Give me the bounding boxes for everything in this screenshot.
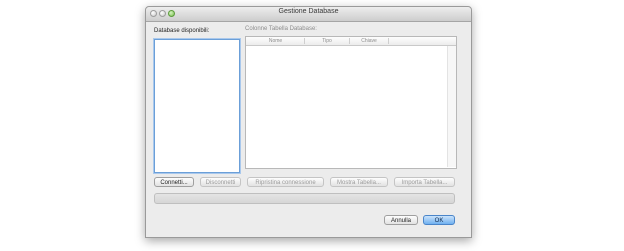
column-header-nome[interactable]: Nome [248,38,303,44]
columns-table[interactable]: Nome Tipo Chiave [245,36,457,169]
cancel-button[interactable]: Annulla [384,215,418,225]
show-table-button[interactable]: Mostra Tabella... [330,177,388,187]
restore-connection-button[interactable]: Ripristina connessione [247,177,324,187]
ok-button[interactable]: OK [423,215,455,225]
window-title: Gestione Database [278,8,339,15]
import-table-button[interactable]: Importa Tabella... [394,177,455,187]
column-header-tipo[interactable]: Tipo [305,38,349,44]
disconnect-button[interactable]: Disconnetti [200,177,241,187]
vertical-scrollbar[interactable] [447,46,456,167]
available-databases-label: Database disponibili: [154,28,210,34]
table-header: Nome Tipo Chiave [246,37,456,46]
database-list[interactable] [154,39,240,173]
connect-button[interactable]: Connetti... [154,177,194,187]
database-manager-window: Gestione Database Database disponibili: … [145,6,472,238]
progress-bar [154,193,455,204]
title-bar[interactable]: Gestione Database [146,7,471,22]
column-header-chiave[interactable]: Chiave [350,38,388,44]
column-divider [388,38,389,44]
table-columns-label: Colonne Tabella Database: [245,26,317,32]
